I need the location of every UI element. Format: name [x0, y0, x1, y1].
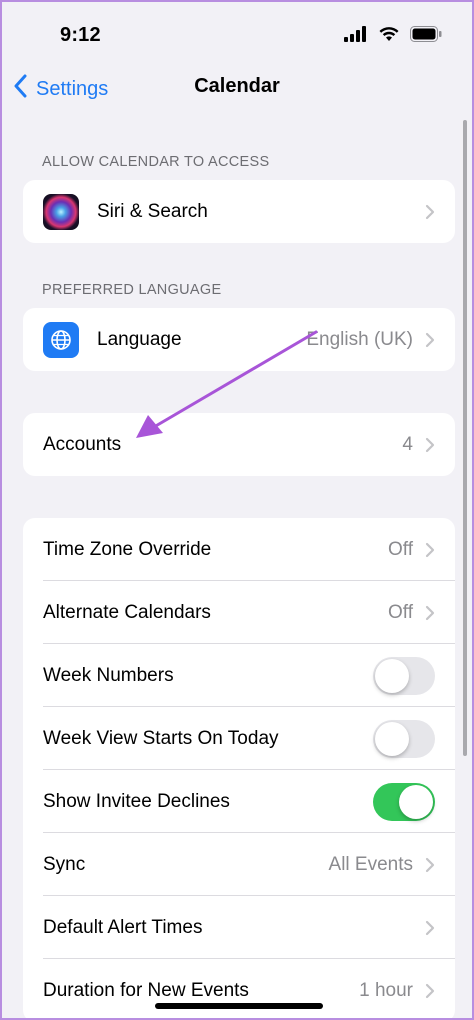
week-numbers-row: Week Numbers [23, 644, 455, 707]
toggle-knob [375, 721, 409, 756]
calendar-settings-group: Time Zone Override Off Alternate Calenda… [23, 518, 455, 1018]
chevron-right-icon [425, 983, 435, 998]
default-alert-times-row[interactable]: Default Alert Times [23, 896, 455, 959]
sync-label: Sync [43, 853, 86, 875]
alternate-calendars-value: Off [388, 601, 413, 623]
page-title: Calendar [194, 75, 280, 97]
time-zone-override-row[interactable]: Time Zone Override Off [23, 518, 455, 581]
chevron-right-icon [425, 437, 435, 452]
toggle-knob [375, 658, 409, 693]
chevron-right-icon [425, 542, 435, 557]
language-label: Language [97, 328, 182, 350]
home-indicator[interactable] [155, 1003, 323, 1009]
section-header-language: PREFERRED LANGUAGE [42, 282, 222, 298]
language-row[interactable]: Language English (UK) [23, 308, 455, 371]
time-zone-override-label: Time Zone Override [43, 538, 212, 560]
week-view-starts-today-row: Week View Starts On Today [23, 707, 455, 770]
week-view-starts-today-label: Week View Starts On Today [43, 727, 279, 749]
duration-new-events-value: 1 hour [359, 979, 413, 1001]
battery-icon [410, 26, 442, 47]
chevron-right-icon [425, 204, 435, 219]
language-group: Language English (UK) [23, 308, 455, 371]
duration-new-events-label: Duration for New Events [43, 979, 249, 1001]
globe-icon [43, 321, 79, 358]
wifi-icon [378, 26, 400, 47]
screen: 9:12 Settings Calendar ALLOW CALENDAR TO… [0, 0, 474, 1020]
status-time: 9:12 [60, 24, 101, 46]
week-numbers-label: Week Numbers [43, 664, 174, 686]
toggle-knob [399, 784, 433, 819]
status-bar: 9:12 [2, 2, 472, 62]
time-zone-override-value: Off [388, 538, 413, 560]
show-invitee-declines-toggle[interactable] [373, 782, 435, 821]
show-invitee-declines-label: Show Invitee Declines [43, 790, 230, 812]
accounts-count: 4 [402, 433, 413, 455]
default-alert-times-label: Default Alert Times [43, 916, 203, 938]
sync-value: All Events [328, 853, 413, 875]
week-numbers-toggle[interactable] [373, 656, 435, 695]
navigation-bar: Settings Calendar [2, 66, 472, 110]
siri-search-label: Siri & Search [97, 200, 208, 222]
alternate-calendars-label: Alternate Calendars [43, 601, 211, 623]
chevron-right-icon [425, 857, 435, 872]
accounts-label: Accounts [43, 433, 122, 455]
week-view-starts-today-toggle[interactable] [373, 719, 435, 758]
duration-new-events-row[interactable]: Duration for New Events 1 hour [23, 959, 455, 1018]
sync-row[interactable]: Sync All Events [23, 833, 455, 896]
chevron-right-icon [425, 920, 435, 935]
status-icons [344, 26, 442, 47]
language-value: English (UK) [306, 328, 413, 350]
access-group: Siri & Search [23, 180, 455, 243]
chevron-right-icon [425, 605, 435, 620]
cellular-signal-icon [344, 26, 368, 47]
accounts-row[interactable]: Accounts 4 [23, 413, 455, 476]
alternate-calendars-row[interactable]: Alternate Calendars Off [23, 581, 455, 644]
accounts-group: Accounts 4 [23, 413, 455, 476]
scroll-indicator [463, 120, 467, 756]
chevron-right-icon [425, 332, 435, 347]
siri-icon [43, 193, 79, 230]
show-invitee-declines-row: Show Invitee Declines [23, 770, 455, 833]
siri-search-row[interactable]: Siri & Search [23, 180, 455, 243]
section-header-access: ALLOW CALENDAR TO ACCESS [42, 154, 270, 170]
